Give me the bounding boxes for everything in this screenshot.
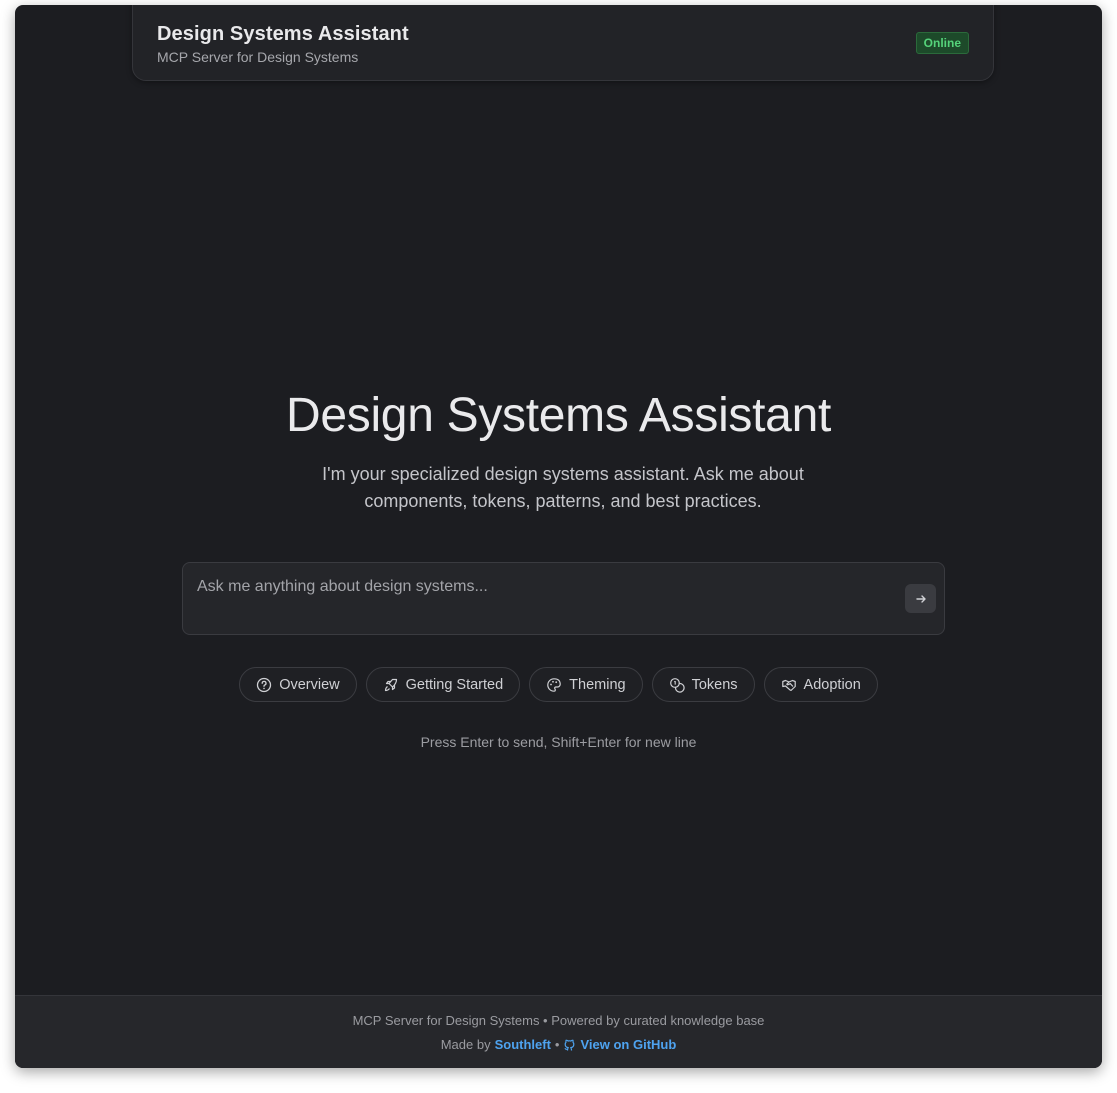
chip-tokens[interactable]: Tokens: [651, 667, 755, 702]
send-button[interactable]: [905, 584, 936, 613]
chat-input[interactable]: [197, 575, 887, 599]
github-icon: [564, 1039, 575, 1051]
palette-icon: [547, 677, 561, 692]
chip-label: Adoption: [803, 676, 861, 693]
status-badge: Online: [915, 32, 969, 54]
chip-label: Tokens: [691, 676, 738, 693]
chip-theming[interactable]: Theming: [529, 667, 643, 702]
footer-tagline: MCP Server for Design Systems • Powered …: [352, 1013, 765, 1028]
suggestion-chips: Overview Getting Started Theming Tokens …: [15, 667, 1102, 702]
chip-label: Overview: [279, 676, 340, 693]
hero-subtitle: I'm your specialized design systems assi…: [322, 464, 804, 511]
footer: MCP Server for Design Systems • Powered …: [15, 995, 1102, 1068]
made-by-label: Made by: [440, 1037, 491, 1052]
arrow-right-icon: [915, 594, 926, 603]
header-title: Design Systems Assistant: [157, 23, 409, 45]
footer-credits: Made by Southleft • View on GitHub: [15, 1037, 1102, 1052]
help-circle-icon: [257, 677, 272, 692]
header-subtitle: MCP Server for Design Systems: [157, 49, 359, 65]
chip-adoption[interactable]: Adoption: [763, 667, 878, 702]
app-window: Design Systems Assistant MCP Server for …: [15, 5, 1102, 1068]
github-link[interactable]: View on GitHub: [563, 1037, 676, 1052]
keyboard-hint: Press Enter to send, Shift+Enter for new…: [420, 734, 697, 750]
southleft-link[interactable]: Southleft: [495, 1037, 551, 1052]
chat-input-container: [182, 562, 945, 635]
coins-icon: [669, 677, 685, 693]
chip-label: Theming: [569, 676, 626, 693]
chip-label: Getting Started: [405, 676, 504, 693]
footer-separator: •: [554, 1037, 560, 1052]
github-link-label: View on GitHub: [580, 1037, 677, 1052]
chip-overview[interactable]: Overview: [239, 667, 357, 702]
handshake-icon: [781, 679, 796, 691]
app-header: Design Systems Assistant MCP Server for …: [132, 5, 994, 81]
hero-title: Design Systems Assistant: [285, 389, 831, 442]
rocket-icon: [384, 678, 397, 691]
chip-getting-started[interactable]: Getting Started: [365, 667, 521, 702]
